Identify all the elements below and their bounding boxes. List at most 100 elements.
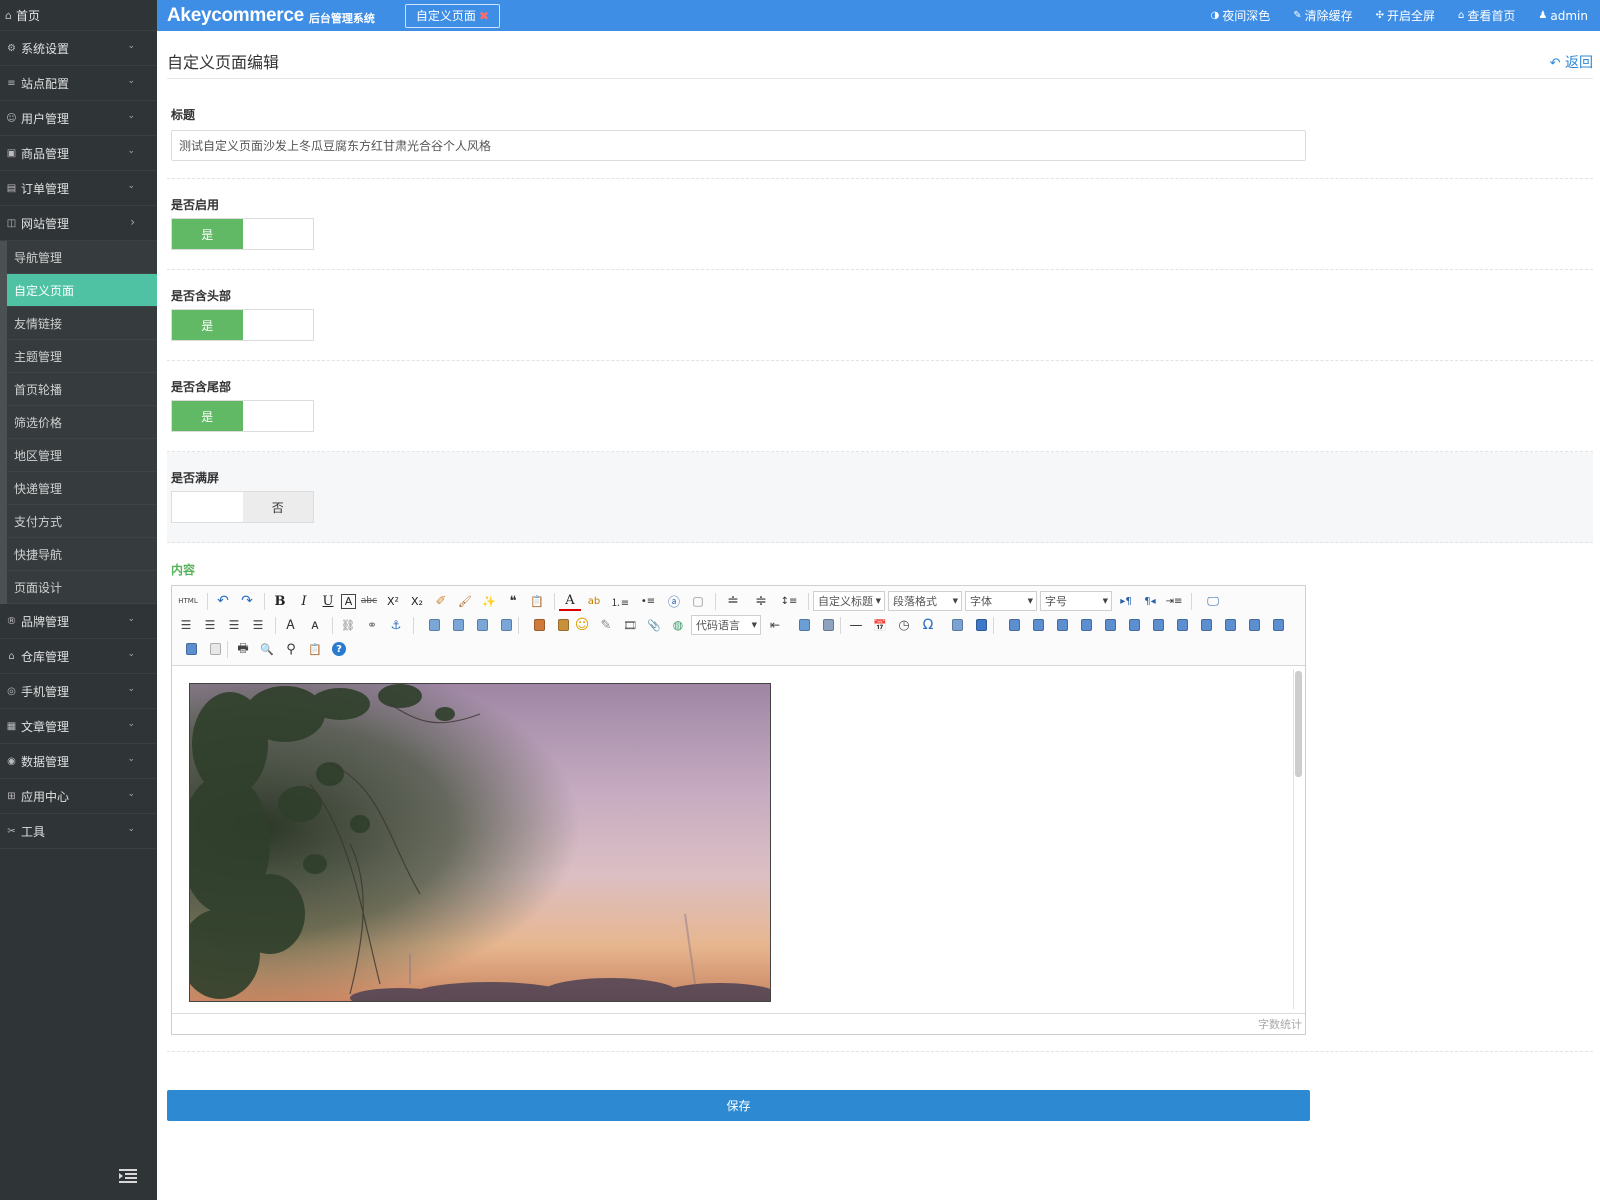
insert-row-icon[interactable] — [1070, 615, 1092, 635]
top-tool-1[interactable]: ✎ 清除缓存 — [1293, 7, 1352, 24]
sidebar-subitem[interactable]: 地区管理 — [7, 439, 157, 472]
charts-icon[interactable] — [199, 639, 221, 659]
insert-paragraph-before-table-icon[interactable] — [1046, 615, 1068, 635]
font-color-icon[interactable]: A — [559, 591, 581, 611]
collapse-sidebar-icon[interactable] — [119, 1168, 139, 1184]
blockquote-icon[interactable]: ❝ — [502, 591, 524, 611]
sidebar-group-bottom5[interactable]: ⊞ 应用中心 ⌄ — [0, 779, 157, 814]
delete-table-icon[interactable] — [1022, 615, 1044, 635]
date-icon[interactable]: 📅 — [869, 615, 891, 635]
attachment-icon[interactable]: 📎 — [643, 615, 665, 635]
page-icon[interactable]: ▢ — [687, 591, 709, 611]
save-button[interactable]: 保存 — [167, 1090, 1310, 1121]
insert-table-icon[interactable] — [998, 615, 1020, 635]
auto-format-icon[interactable]: ✨ — [478, 591, 500, 611]
sidebar-subitem[interactable]: 友情链接 — [7, 307, 157, 340]
editor-body[interactable] — [172, 666, 1305, 1014]
fullscreen-toggle[interactable]: 否 — [171, 491, 314, 523]
row-spacing-top-icon[interactable]: ≐ — [720, 591, 746, 611]
image-right-icon[interactable] — [466, 615, 488, 635]
sidebar-group-top2[interactable]: ☺ 用户管理 ⌄ — [0, 101, 157, 136]
special-chars-icon[interactable]: Ω — [917, 615, 939, 635]
lowercase-icon[interactable]: ᴀ — [304, 615, 326, 635]
print-icon[interactable]: 🖶 — [232, 639, 254, 659]
sidebar-group-top0[interactable]: ⚙ 系统设置 ⌄ — [0, 31, 157, 66]
preview-icon[interactable]: 🖵 — [1202, 591, 1224, 611]
italic-icon[interactable]: I — [293, 591, 315, 611]
video-icon[interactable]: 🎞 — [619, 615, 641, 635]
custom-title-select[interactable]: 自定义标题 ▼ — [813, 591, 885, 611]
sidebar-subitem[interactable]: 页面设计 — [7, 571, 157, 604]
insert-col-icon[interactable] — [1118, 615, 1140, 635]
search-replace-icon[interactable]: 🔍 — [256, 639, 278, 659]
uppercase-icon[interactable]: Ꭺ — [280, 615, 302, 635]
unordered-list-icon[interactable]: •≡ — [635, 591, 661, 611]
sidebar-group-bottom4[interactable]: ◉ 数据管理 ⌄ — [0, 744, 157, 779]
sidebar-group-top4[interactable]: ▤ 订单管理 ⌄ — [0, 171, 157, 206]
sidebar-group-bottom2[interactable]: ◎ 手机管理 ⌄ — [0, 674, 157, 709]
sidebar-subitem[interactable]: 快递管理 — [7, 472, 157, 505]
row-spacing-bottom-icon[interactable]: ≑ — [748, 591, 774, 611]
font-size-select[interactable]: 字号 ▼ — [1040, 591, 1112, 611]
code-language-select[interactable]: 代码语言 ▼ — [691, 615, 761, 635]
eraser-icon[interactable]: ✐ — [430, 591, 452, 611]
bold-icon[interactable]: B — [269, 591, 291, 611]
editor-scrollbar[interactable] — [1293, 669, 1302, 1009]
rtl-icon[interactable]: ¶◂ — [1139, 591, 1161, 611]
subscript-icon[interactable]: X₂ — [406, 591, 428, 611]
align-justify-icon[interactable]: ☰ — [247, 615, 269, 635]
time-icon[interactable]: ◷ — [893, 615, 915, 635]
align-center-icon[interactable]: ☰ — [199, 615, 221, 635]
sidebar-subitem[interactable]: 导航管理 — [7, 241, 157, 274]
highlight-color-icon[interactable]: ab — [583, 591, 605, 611]
close-icon[interactable]: ✖ — [479, 9, 489, 23]
scrollbar-thumb[interactable] — [1295, 671, 1302, 777]
sidebar-subitem[interactable]: 自定义页面 — [7, 274, 157, 307]
top-tool-3[interactable]: ⌂ 查看首页 — [1458, 7, 1515, 24]
sidebar-subitem[interactable]: 支付方式 — [7, 505, 157, 538]
wordimage-icon[interactable] — [812, 615, 834, 635]
sidebar-group-top3[interactable]: ▣ 商品管理 ⌄ — [0, 136, 157, 171]
find-icon[interactable]: ⚲ — [280, 639, 302, 659]
map-icon[interactable]: ◍ — [667, 615, 689, 635]
multi-image-icon[interactable] — [547, 615, 569, 635]
tab-custom-page[interactable]: 自定义页面 ✖ — [404, 3, 500, 28]
font-family-select[interactable]: 字体 ▼ — [965, 591, 1037, 611]
merge-right-icon[interactable] — [1190, 615, 1212, 635]
top-tool-0[interactable]: ◑ 夜间深色 — [1210, 7, 1270, 24]
image-none-icon[interactable] — [418, 615, 440, 635]
format-painter-icon[interactable]: 🖌 — [454, 591, 476, 611]
horizontal-rule-icon[interactable]: — — [845, 615, 867, 635]
sidebar-subitem[interactable]: 主题管理 — [7, 340, 157, 373]
word-import-icon[interactable] — [965, 615, 987, 635]
brand-logo[interactable]: Akeycommerce — [167, 5, 304, 27]
sidebar-subitem[interactable]: 首页轮播 — [7, 373, 157, 406]
sidebar-group-top5[interactable]: ◫ 网站管理 › — [0, 206, 157, 241]
delete-col-icon[interactable] — [1142, 615, 1164, 635]
split-to-cols-icon[interactable] — [175, 639, 197, 659]
font-border-icon[interactable]: A — [341, 593, 356, 609]
image-left-icon[interactable] — [442, 615, 464, 635]
enabled-toggle[interactable]: 是 — [171, 218, 314, 250]
sidebar-subitem[interactable]: 快捷导航 — [7, 538, 157, 571]
align-right-icon[interactable]: ☰ — [223, 615, 245, 635]
content-image[interactable] — [189, 683, 771, 1002]
unlink-icon[interactable]: ⚭ — [361, 615, 383, 635]
footer-toggle[interactable]: 是 — [171, 400, 314, 432]
sidebar-group-bottom1[interactable]: ⌂ 仓库管理 ⌄ — [0, 639, 157, 674]
undo-icon[interactable]: ↶ — [212, 591, 234, 611]
split-to-rows-icon[interactable] — [1262, 615, 1284, 635]
merge-cells-icon[interactable] — [1166, 615, 1188, 635]
image-icon[interactable] — [523, 615, 545, 635]
sidebar-group-bottom3[interactable]: ▦ 文章管理 ⌄ — [0, 709, 157, 744]
redo-icon[interactable]: ↷ — [236, 591, 258, 611]
ordered-list-icon[interactable]: ⒈≡ — [607, 591, 633, 611]
snapscreen-icon[interactable] — [941, 615, 963, 635]
sidebar-subitem[interactable]: 筛选价格 — [7, 406, 157, 439]
sidebar-group-top1[interactable]: ≡ 站点配置 ⌄ — [0, 66, 157, 101]
indent-icon[interactable]: ⇥≡ — [1163, 591, 1185, 611]
back-link[interactable]: ↶ 返回 — [1550, 38, 1593, 72]
background-icon[interactable] — [788, 615, 810, 635]
split-to-cells-icon[interactable] — [1238, 615, 1260, 635]
help-icon[interactable]: ? — [332, 642, 346, 656]
